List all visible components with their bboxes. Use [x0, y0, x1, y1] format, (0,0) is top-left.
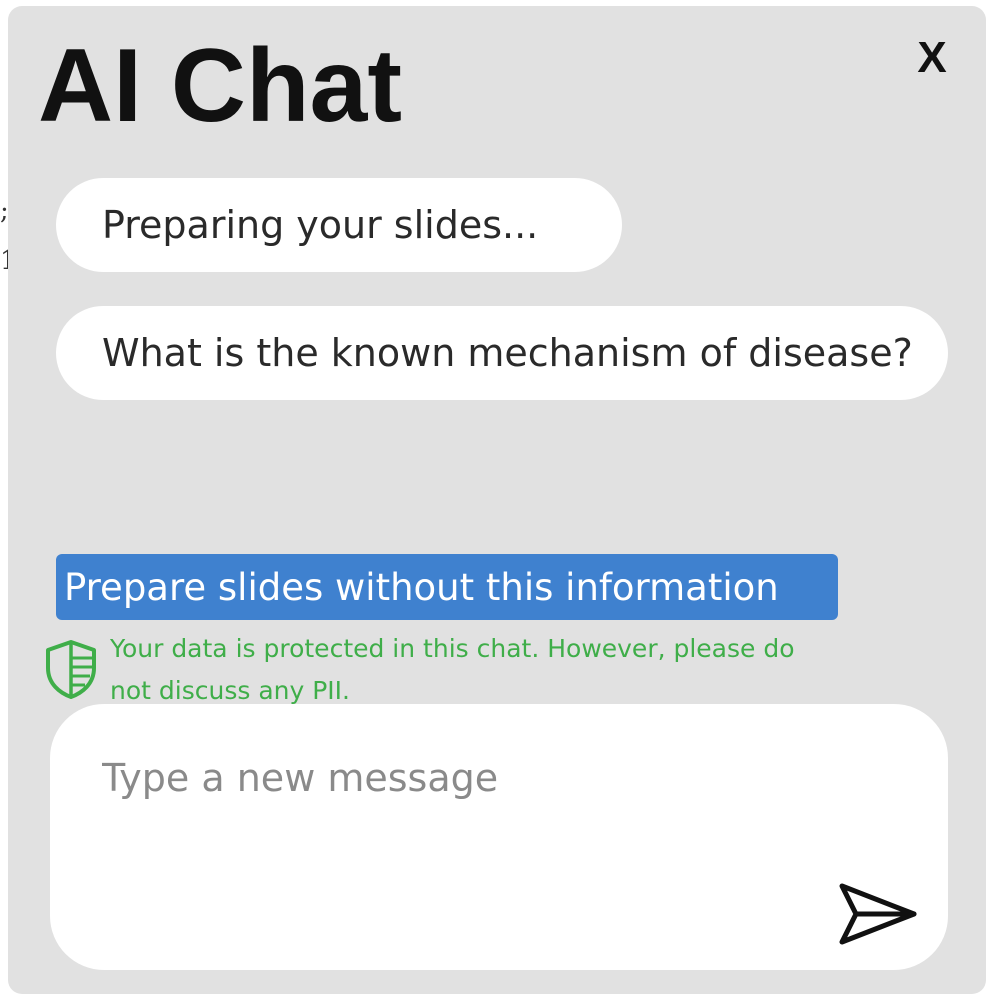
chat-title: AI Chat: [38, 28, 402, 144]
shield-icon: [46, 640, 96, 699]
prepare-slides-without-info-button[interactable]: Prepare slides without this information: [56, 554, 838, 620]
chat-message-bubble: Preparing your slides...: [56, 178, 622, 272]
message-composer: [50, 704, 948, 970]
privacy-notice-text: Your data is protected in this chat. How…: [110, 628, 890, 712]
send-icon: [839, 883, 917, 945]
privacy-notice-line: Your data is protected in this chat. How…: [110, 634, 795, 663]
chat-message-bubble[interactable]: What is the known mechanism of disease?: [56, 306, 948, 400]
message-input[interactable]: [102, 748, 822, 808]
send-button[interactable]: [836, 880, 922, 950]
chat-panel: AI Chat X Preparing your slides... What …: [8, 6, 986, 994]
privacy-notice: Your data is protected in this chat. How…: [38, 628, 888, 708]
chat-message-text: Preparing your slides...: [102, 203, 539, 247]
chat-message-text: What is the known mechanism of disease?: [102, 331, 913, 375]
close-button[interactable]: X: [906, 32, 958, 84]
